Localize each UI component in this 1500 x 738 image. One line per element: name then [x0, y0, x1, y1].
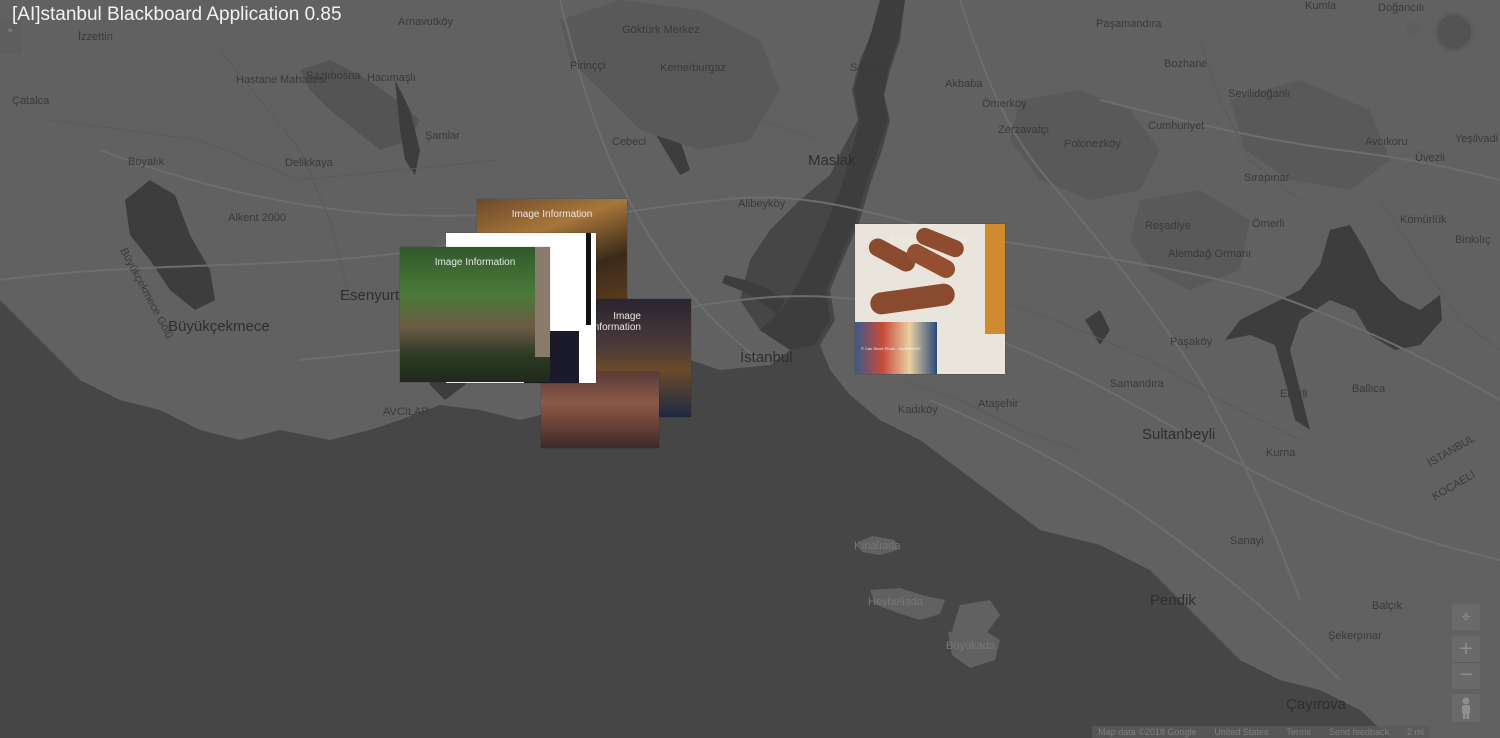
place-label: Alemdağ Ormanı [1168, 248, 1252, 260]
place-label: Avcıkoru [1365, 136, 1408, 148]
place-label: Samandıra [1110, 378, 1164, 390]
map-basemap[interactable] [0, 0, 1500, 738]
zoom-out-label: − [1458, 664, 1474, 685]
place-label: Arnavutköy [398, 16, 454, 28]
place-label: Delikkaya [285, 157, 333, 169]
map-canvas[interactable]: İzzettin Arnavutköy Göktürk Merkez Kemer… [0, 0, 1500, 738]
search-icon[interactable] [1434, 12, 1474, 52]
place-label: Göktürk Merkez [622, 24, 700, 36]
place-label: Cebeci [612, 136, 647, 148]
place-label: İstanbul [740, 349, 793, 366]
place-label: Yeşilvadi [1455, 133, 1499, 145]
place-label: Heybeliada [868, 596, 924, 608]
feedback-link[interactable]: Send feedback [1329, 727, 1389, 737]
place-label: Kadıköy [898, 404, 938, 416]
region-link[interactable]: United States [1214, 727, 1268, 737]
place-label: Balçık [1372, 600, 1402, 612]
place-label: Alibeyköy [738, 198, 786, 210]
place-label: AVCILAR [383, 406, 430, 418]
photo-caption: Image Information [511, 209, 593, 220]
place-label: Kınalıada [854, 540, 901, 552]
place-label: Kurna [1266, 447, 1296, 459]
place-label: Binkılıç [1455, 234, 1491, 246]
place-label: Polonezköy [1064, 138, 1121, 150]
place-label: Akbaba [945, 78, 983, 90]
place-label: Sırapınar [1244, 172, 1290, 184]
place-label: Ataşehir [978, 398, 1019, 410]
place-label: Pirinççi [570, 60, 606, 72]
place-label: Paşamandıra [1096, 18, 1162, 30]
photo-caption: Image Information [434, 257, 516, 268]
place-label: Bozhane [1164, 58, 1208, 70]
place-label: Boyalık [128, 156, 165, 168]
place-label: Üvezli [1415, 152, 1445, 164]
place-label: Ömerli [1252, 218, 1285, 230]
mic-icon[interactable] [1406, 22, 1420, 36]
place-label: Kömürlük [1400, 214, 1447, 226]
zoom-in-label: + [1458, 638, 1474, 659]
place-label: Hacımaşlı [367, 72, 416, 84]
person-icon [1462, 697, 1470, 719]
place-label: Doğancılı [1378, 2, 1425, 14]
locate-button[interactable]: ⌖ [1452, 604, 1480, 630]
map-attribution: Map data ©2018 Google United States Term… [1092, 726, 1430, 738]
place-label: Büyükada [946, 640, 995, 652]
place-label: Ömerköy [982, 98, 1027, 110]
photo-kebab[interactable]: Image Information © Can Stock Photo - cs… [855, 224, 1005, 374]
place-label: Sazlıbosna [306, 70, 361, 82]
place-label: Zerzavatçı [998, 124, 1050, 136]
place-label: Şamlar [425, 130, 460, 142]
place-label: Sevilidoğanlı [1228, 88, 1291, 100]
place-label: Esenyurt [340, 287, 400, 304]
place-label: Çatalca [12, 95, 50, 107]
place-label: Sarıyer [850, 62, 886, 74]
zoom-out-button[interactable]: − [1452, 663, 1480, 689]
map-data-credit: Map data ©2018 Google [1098, 727, 1197, 737]
place-label: Sultanbeyli [1142, 426, 1216, 443]
place-label: Reşadiye [1145, 220, 1191, 232]
zoom-in-button[interactable]: + [1452, 636, 1480, 663]
place-label: Maslak [808, 152, 856, 169]
place-label: Cumhuriyet [1148, 120, 1205, 132]
place-label: Çayırova [1286, 696, 1347, 713]
place-label: Kumla [1305, 0, 1337, 12]
app-title: [AI]stanbul Blackboard Application 0.85 [12, 4, 342, 25]
photo-galata-tower[interactable] [541, 372, 659, 448]
place-label: İzzettin [78, 31, 113, 43]
scale-label: 2 mi [1406, 727, 1424, 737]
place-label: Paşaköy [1170, 336, 1213, 348]
place-label: Ballıca [1352, 383, 1386, 395]
place-label: Emirli [1280, 388, 1308, 400]
stock-watermark: © Can Stock Photo - csp8095493 [861, 346, 921, 351]
crosshair-icon: ⌖ [1461, 607, 1471, 626]
place-label: Pendik [1150, 592, 1196, 609]
place-label: Şekerpınar [1328, 630, 1382, 642]
photo-group-people[interactable]: Image Information [400, 247, 550, 382]
place-label: Sanayi [1230, 535, 1264, 547]
terms-link[interactable]: Terms [1286, 727, 1311, 737]
place-label: Kemerburgaz [660, 62, 727, 74]
place-label: Büyükçekmece [168, 318, 270, 335]
pegman-button[interactable] [1452, 694, 1480, 722]
place-label: Alkent 2000 [228, 212, 287, 224]
